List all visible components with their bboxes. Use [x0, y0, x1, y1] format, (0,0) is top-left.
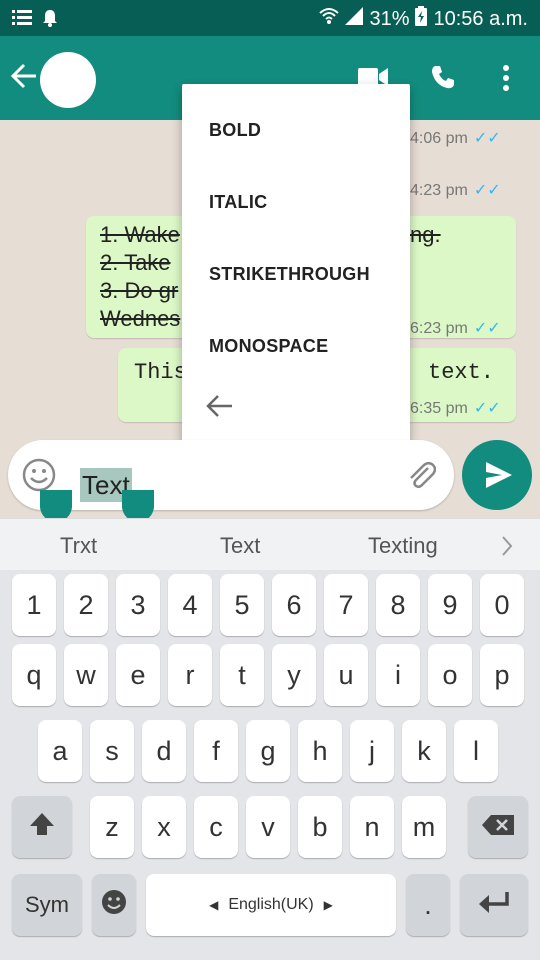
message-time: 6:23 pm ✓✓ — [410, 320, 501, 337]
sym-key[interactable]: Sym — [12, 874, 82, 936]
key-r[interactable]: r — [168, 644, 212, 706]
suggestion-item[interactable]: Trxt — [60, 533, 97, 559]
message-time: 4:06 pm ✓✓ — [410, 130, 501, 147]
key-k[interactable]: k — [402, 720, 446, 782]
read-ticks-icon: ✓✓ — [473, 130, 501, 147]
message-line: 3. Do gr — [100, 278, 179, 303]
key-a[interactable]: a — [38, 720, 82, 782]
key-6[interactable]: 6 — [272, 574, 316, 636]
chevron-right-icon[interactable] — [500, 535, 514, 562]
key-x[interactable]: x — [142, 796, 186, 858]
space-key[interactable]: ◀ English(UK) ▶ — [146, 874, 396, 936]
read-ticks-icon: ✓✓ — [473, 320, 501, 337]
format-strikethrough[interactable]: STRIKETHROUGH — [209, 264, 370, 285]
key-e[interactable]: e — [116, 644, 160, 706]
battery-percent: 31% — [369, 7, 410, 30]
status-bar: 31% 10:56 a.m. — [0, 0, 540, 36]
backspace-key[interactable] — [468, 796, 528, 858]
key-n[interactable]: n — [350, 796, 394, 858]
suggestion-item[interactable]: Texting — [368, 533, 438, 559]
key-q[interactable]: q — [12, 644, 56, 706]
format-menu: BOLD ITALIC STRIKETHROUGH MONOSPACE — [182, 84, 410, 442]
emoji-face-icon — [100, 888, 128, 923]
emoji-key[interactable] — [92, 874, 136, 936]
phone-icon[interactable] — [430, 64, 456, 95]
key-m[interactable]: m — [402, 796, 446, 858]
notification-list-icon — [12, 9, 32, 32]
enter-icon — [477, 890, 511, 921]
wifi-icon — [319, 7, 340, 31]
message-input[interactable]: Text — [8, 440, 454, 510]
key-y[interactable]: y — [272, 644, 316, 706]
compose-bar: Text — [0, 430, 540, 518]
read-ticks-icon: ✓✓ — [473, 400, 501, 417]
key-i[interactable]: i — [376, 644, 420, 706]
key-5[interactable]: 5 — [220, 574, 264, 636]
suggestion-item[interactable]: Text — [220, 533, 260, 559]
more-options-icon[interactable] — [502, 64, 510, 97]
contact-avatar[interactable] — [40, 52, 96, 108]
key-8[interactable]: 8 — [376, 574, 420, 636]
message-time: 4:23 pm ✓✓ — [410, 182, 501, 199]
key-3[interactable]: 3 — [116, 574, 160, 636]
clock-time: 10:56 a.m. — [433, 7, 528, 30]
key-h[interactable]: h — [298, 720, 342, 782]
period-key[interactable]: . — [406, 874, 450, 936]
key-j[interactable]: j — [350, 720, 394, 782]
read-ticks-icon: ✓✓ — [473, 182, 501, 199]
key-1[interactable]: 1 — [12, 574, 56, 636]
key-p[interactable]: p — [480, 644, 524, 706]
message-time: 6:35 pm ✓✓ — [410, 400, 501, 417]
key-o[interactable]: o — [428, 644, 472, 706]
attach-icon[interactable] — [406, 460, 437, 495]
key-c[interactable]: c — [194, 796, 238, 858]
send-button[interactable] — [462, 440, 532, 510]
notification-bell-icon — [42, 9, 58, 32]
battery-icon — [415, 6, 428, 32]
suggestion-bar: Trxt Text Texting — [0, 518, 540, 571]
key-2[interactable]: 2 — [64, 574, 108, 636]
message-line: 1. Wake — [100, 222, 180, 247]
key-l[interactable]: l — [454, 720, 498, 782]
key-w[interactable]: w — [64, 644, 108, 706]
key-b[interactable]: b — [298, 796, 342, 858]
key-0[interactable]: 0 — [480, 574, 524, 636]
key-4[interactable]: 4 — [168, 574, 212, 636]
send-icon — [484, 460, 514, 495]
message-text: text. — [428, 360, 495, 385]
back-arrow-icon[interactable] — [10, 62, 38, 95]
message-text: This — [134, 360, 187, 385]
key-s[interactable]: s — [90, 720, 134, 782]
key-z[interactable]: z — [90, 796, 134, 858]
space-label: English(UK) — [228, 896, 314, 913]
shift-arrow-icon — [29, 811, 55, 844]
format-monospace[interactable]: MONOSPACE — [209, 336, 328, 357]
key-9[interactable]: 9 — [428, 574, 472, 636]
key-g[interactable]: g — [246, 720, 290, 782]
key-7[interactable]: 7 — [324, 574, 368, 636]
backspace-icon — [481, 812, 515, 843]
key-t[interactable]: t — [220, 644, 264, 706]
key-f[interactable]: f — [194, 720, 238, 782]
message-line: 2. Take — [100, 250, 171, 275]
shift-key[interactable] — [12, 796, 72, 858]
key-v[interactable]: v — [246, 796, 290, 858]
enter-key[interactable] — [460, 874, 528, 936]
caret-right-icon: ▶ — [323, 898, 333, 912]
key-u[interactable]: u — [324, 644, 368, 706]
format-italic[interactable]: ITALIC — [209, 192, 267, 213]
key-d[interactable]: d — [142, 720, 186, 782]
message-line-tail: ng. — [410, 222, 441, 247]
signal-icon — [345, 7, 364, 31]
caret-left-icon: ◀ — [209, 898, 219, 912]
message-line: Wednes — [100, 306, 181, 331]
format-bold[interactable]: BOLD — [209, 120, 261, 141]
back-arrow-icon[interactable] — [206, 394, 234, 423]
keyboard: 1234567890 qwertyuiop asdfghjkl zxcvbnm … — [0, 570, 540, 960]
